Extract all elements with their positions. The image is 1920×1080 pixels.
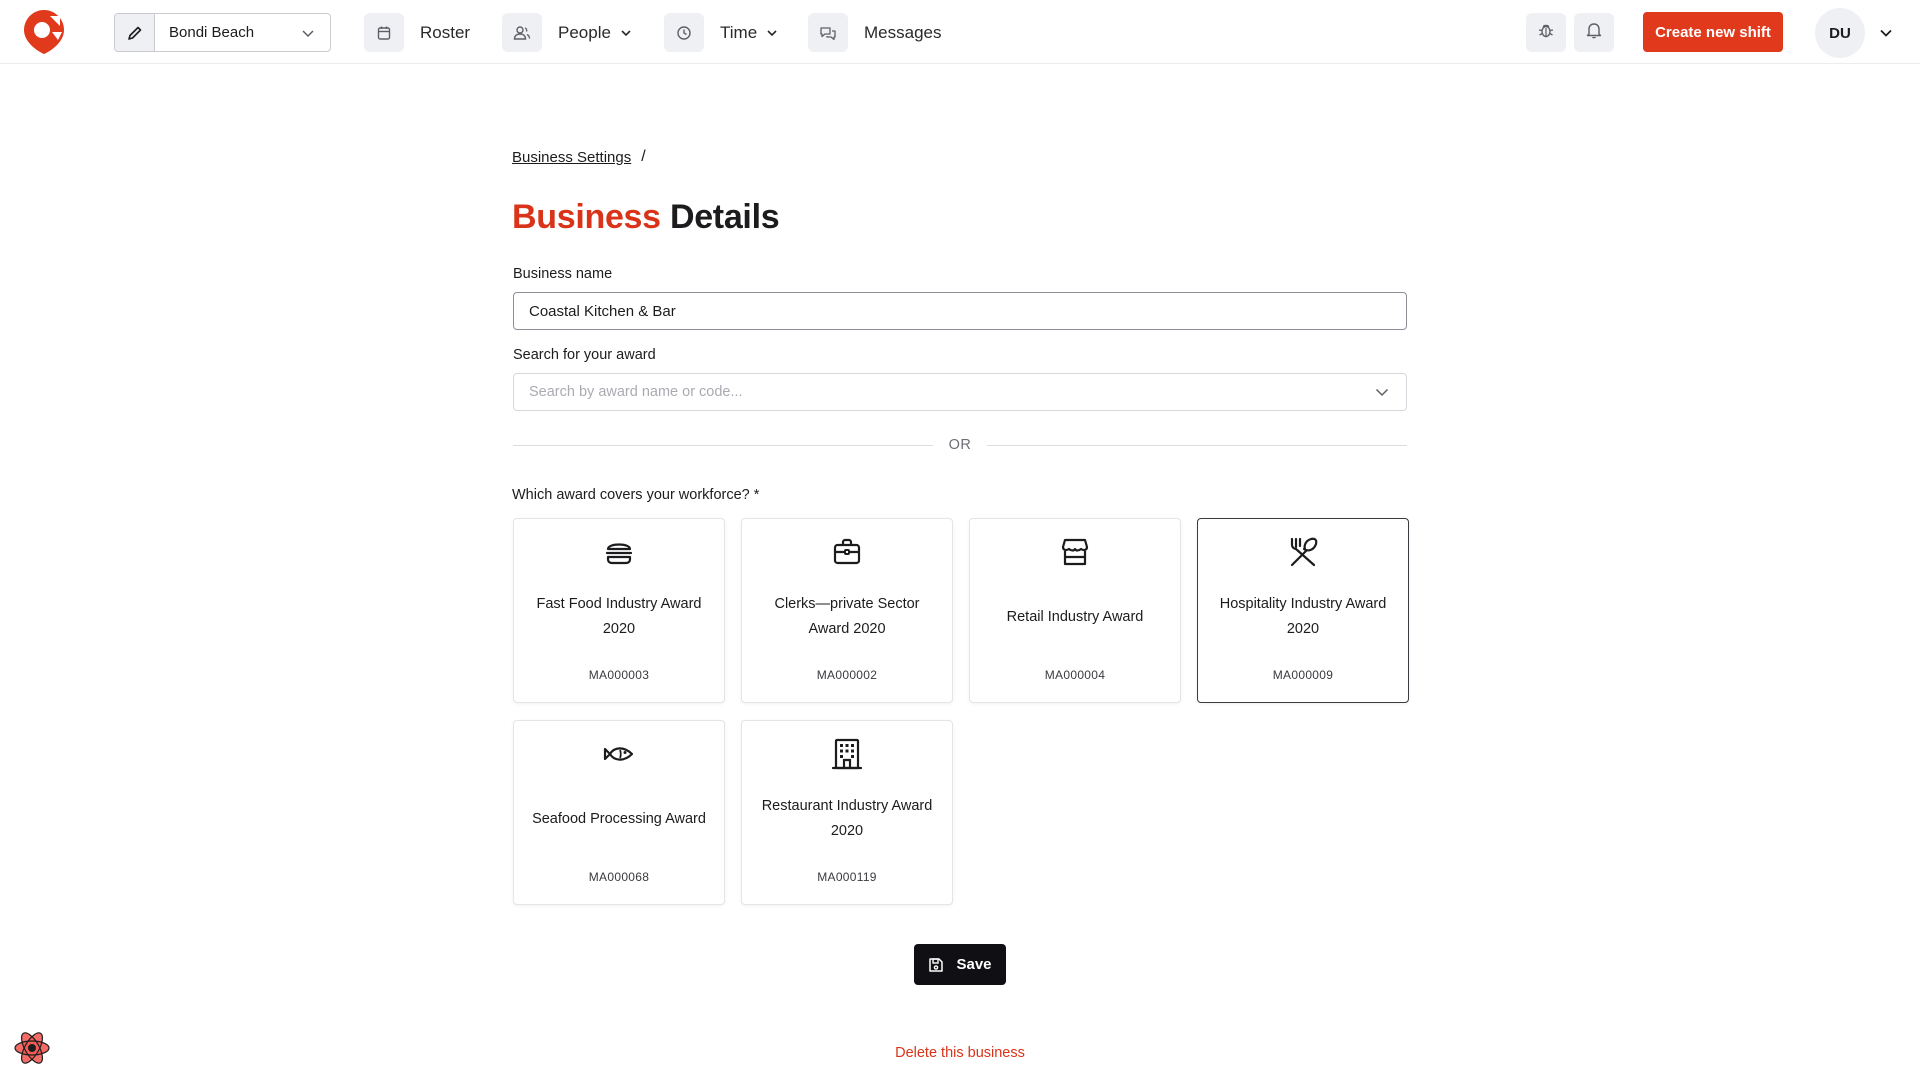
chevron-down-icon — [300, 25, 316, 41]
chevron-down-icon — [619, 26, 633, 40]
award-card-code: MA000119 — [817, 870, 877, 884]
award-card-title: Clerks—private Sector Award 2020 — [774, 596, 920, 637]
nav-roster[interactable]: Roster — [364, 13, 470, 52]
award-question-label: Which award covers your workforce? * — [512, 487, 760, 503]
award-card-restaurant[interactable]: Restaurant Industry Award 2020 MA000119 — [741, 720, 953, 905]
award-card-title: Seafood Processing Award — [532, 810, 706, 827]
app-logo-icon[interactable] — [22, 8, 66, 56]
building-icon — [830, 737, 864, 771]
or-divider: OR — [513, 433, 1407, 457]
chevron-down-icon[interactable] — [1878, 25, 1894, 41]
nav-messages[interactable]: Messages — [808, 13, 941, 52]
create-new-shift-button[interactable]: Create new shift — [1643, 12, 1783, 52]
award-card-hospitality[interactable]: Hospitality Industry Award 2020 MA000009 — [1197, 518, 1409, 703]
utensils-crossed-icon — [1286, 535, 1320, 569]
award-search-placeholder: Search by award name or code... — [529, 384, 743, 400]
react-devtools-icon[interactable] — [12, 1028, 52, 1068]
award-card-retail[interactable]: Retail Industry Award MA000004 — [969, 518, 1181, 703]
page-title: Business Details — [512, 198, 780, 237]
breadcrumb-separator: / — [641, 148, 646, 165]
delete-business-link[interactable]: Delete this business — [0, 1045, 1920, 1061]
edit-pencil-icon[interactable] — [115, 14, 155, 51]
award-card-code: MA000002 — [816, 668, 878, 682]
business-name-label: Business name — [513, 266, 613, 282]
divider-line — [513, 444, 933, 446]
award-card-code: MA000068 — [588, 870, 650, 884]
nav-people-label: People — [558, 22, 611, 42]
breadcrumb-business-settings-link[interactable]: Business Settings — [512, 149, 631, 166]
clock-icon — [664, 13, 704, 52]
award-card-clerks[interactable]: Clerks—private Sector Award 2020 MA00000… — [741, 518, 953, 703]
award-card-seafood[interactable]: Seafood Processing Award MA000068 — [513, 720, 725, 905]
save-button[interactable]: Save — [914, 944, 1006, 985]
nav-roster-label: Roster — [420, 22, 471, 42]
page-title-rest: Details — [669, 198, 780, 236]
fish-icon — [602, 737, 636, 771]
nav-people[interactable]: People — [502, 13, 633, 52]
bug-icon — [1537, 21, 1555, 44]
divider-line — [987, 444, 1407, 446]
award-card-title: Restaurant Industry Award 2020 — [761, 798, 933, 839]
nav-messages-label: Messages — [864, 22, 942, 42]
bell-icon — [1586, 21, 1602, 44]
award-card-title: Hospitality Industry Award 2020 — [1219, 596, 1387, 637]
users-icon — [502, 13, 542, 52]
top-navigation-bar: Bondi Beach Roster People Time Messages … — [0, 0, 1920, 64]
briefcase-icon — [830, 535, 864, 569]
bug-report-button[interactable] — [1526, 13, 1566, 52]
nav-time[interactable]: Time — [664, 13, 779, 52]
award-search-label: Search for your award — [513, 347, 656, 363]
chat-bubbles-icon — [808, 13, 848, 52]
award-card-fast-food[interactable]: Fast Food Industry Award 2020 MA000003 — [513, 518, 725, 703]
chevron-down-icon — [1373, 383, 1391, 401]
burger-icon — [602, 535, 636, 569]
user-avatar[interactable]: DU — [1815, 8, 1865, 58]
location-name: Bondi Beach — [169, 24, 255, 41]
award-card-title: Fast Food Industry Award 2020 — [536, 596, 702, 637]
award-card-title: Retail Industry Award — [1006, 608, 1144, 625]
save-button-label: Save — [956, 956, 992, 973]
award-card-code: MA000004 — [1044, 668, 1106, 682]
business-name-input[interactable] — [513, 292, 1407, 330]
or-text: OR — [948, 437, 972, 453]
nav-time-label: Time — [720, 22, 758, 42]
award-search-select[interactable]: Search by award name or code... — [513, 373, 1407, 411]
calendar-icon — [364, 13, 404, 52]
award-card-code: MA000009 — [1272, 668, 1334, 682]
store-icon — [1058, 535, 1092, 569]
location-selector[interactable]: Bondi Beach — [114, 13, 331, 52]
chevron-down-icon — [765, 26, 779, 40]
floppy-disk-icon — [928, 957, 944, 973]
notifications-button[interactable] — [1574, 13, 1614, 52]
breadcrumb: Business Settings / — [512, 148, 646, 166]
award-card-code: MA000003 — [588, 668, 650, 682]
page-title-accent: Business — [512, 198, 661, 236]
